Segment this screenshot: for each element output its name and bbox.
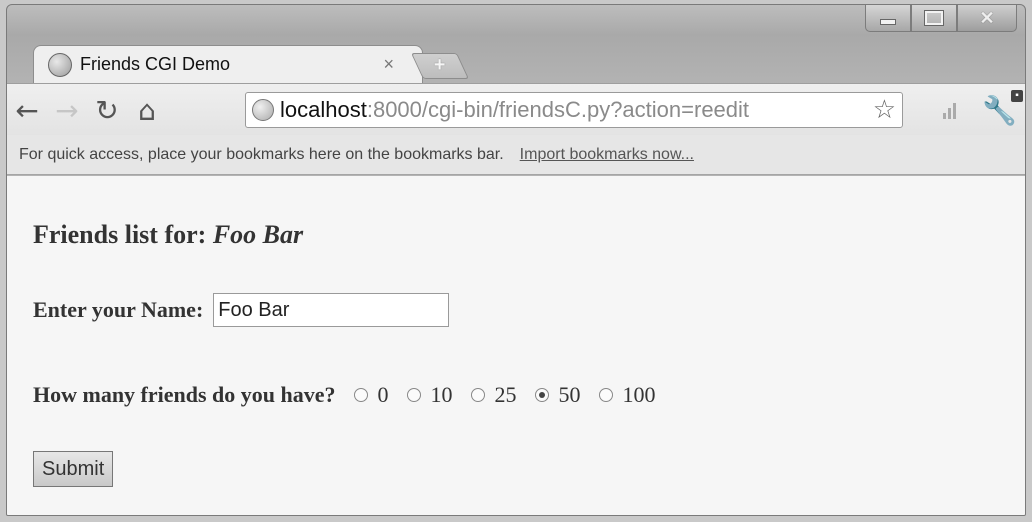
page-info-icon[interactable] [252,99,274,121]
radio-label: 0 [377,382,389,407]
tab-title: Friends CGI Demo [80,54,231,74]
radio-button[interactable] [353,388,368,402]
maximize-icon [924,10,944,26]
tab-friends-cgi-demo[interactable]: Friends CGI Demo × [33,45,423,83]
heading-prefix: Friends list for: [33,220,207,249]
radio-label: 10 [430,382,453,407]
radio-option-10[interactable]: 10 [406,382,453,408]
url-path: :8000/cgi-bin/friendsC.py?action=reedit [366,97,750,122]
bookmarks-message: For quick access, place your bookmarks h… [19,145,504,163]
radio-button[interactable] [470,388,485,402]
address-bar[interactable]: localhost:8000/cgi-bin/friendsC.py?actio… [245,92,903,128]
submit-button[interactable]: Submit [33,451,114,487]
page-action-bars-icon[interactable] [943,101,957,119]
new-tab-button[interactable]: + [410,53,470,79]
tab-close-icon[interactable]: × [383,54,394,75]
radio-label: 100 [622,382,656,407]
close-window-button[interactable]: ✕ [957,5,1017,32]
toolbar-right: 🔧 ▪ [943,84,1025,136]
radio-button[interactable] [534,388,549,402]
friends-question: How many friends do you have? [33,382,336,407]
radio-option-0[interactable]: 0 [353,382,389,408]
radio-button[interactable] [406,388,421,402]
heading-name: Foo Bar [212,220,304,249]
forward-button[interactable]: → [47,94,87,127]
radio-button[interactable] [598,388,613,402]
minimize-button[interactable] [865,5,911,32]
radio-option-25[interactable]: 25 [470,382,517,408]
url-host: localhost [280,97,367,122]
radio-option-50[interactable]: 50 [534,382,581,408]
name-label: Enter your Name: [33,297,204,322]
update-badge-icon: ▪ [1011,89,1023,102]
url-text[interactable]: localhost:8000/cgi-bin/friendsC.py?actio… [280,97,749,123]
name-input[interactable] [213,293,450,327]
home-button[interactable]: ⌂ [127,94,167,127]
back-button[interactable]: ← [7,94,47,127]
bookmarks-bar: For quick access, place your bookmarks h… [7,135,1025,175]
radio-label: 50 [558,382,581,407]
minimize-icon [880,19,896,25]
close-icon: ✕ [979,7,995,28]
page-content: Friends list for: Foo Bar Enter your Nam… [7,176,1025,515]
toolbar: ← → ↻ ⌂ localhost:8000/cgi-bin/friendsC.… [7,83,1025,136]
browser-window: ✕ Friends CGI Demo × + ← → ↻ ⌂ localhost… [6,4,1026,516]
radio-label: 25 [494,382,517,407]
name-row: Enter your Name: [33,293,450,327]
globe-icon [48,52,72,77]
reload-button[interactable]: ↻ [87,94,127,127]
window-controls: ✕ [865,5,1017,35]
maximize-button[interactable] [911,5,957,32]
page-heading: Friends list for: Foo Bar [33,220,303,250]
radio-option-100[interactable]: 100 [598,382,656,408]
bookmark-star-icon[interactable]: ☆ [870,94,896,125]
wrench-menu-icon[interactable]: 🔧 ▪ [982,89,1023,127]
plus-icon: + [433,54,446,76]
import-bookmarks-link[interactable]: Import bookmarks now... [520,146,694,164]
friends-row: How many friends do you have? 0 10 25 50… [33,382,674,408]
